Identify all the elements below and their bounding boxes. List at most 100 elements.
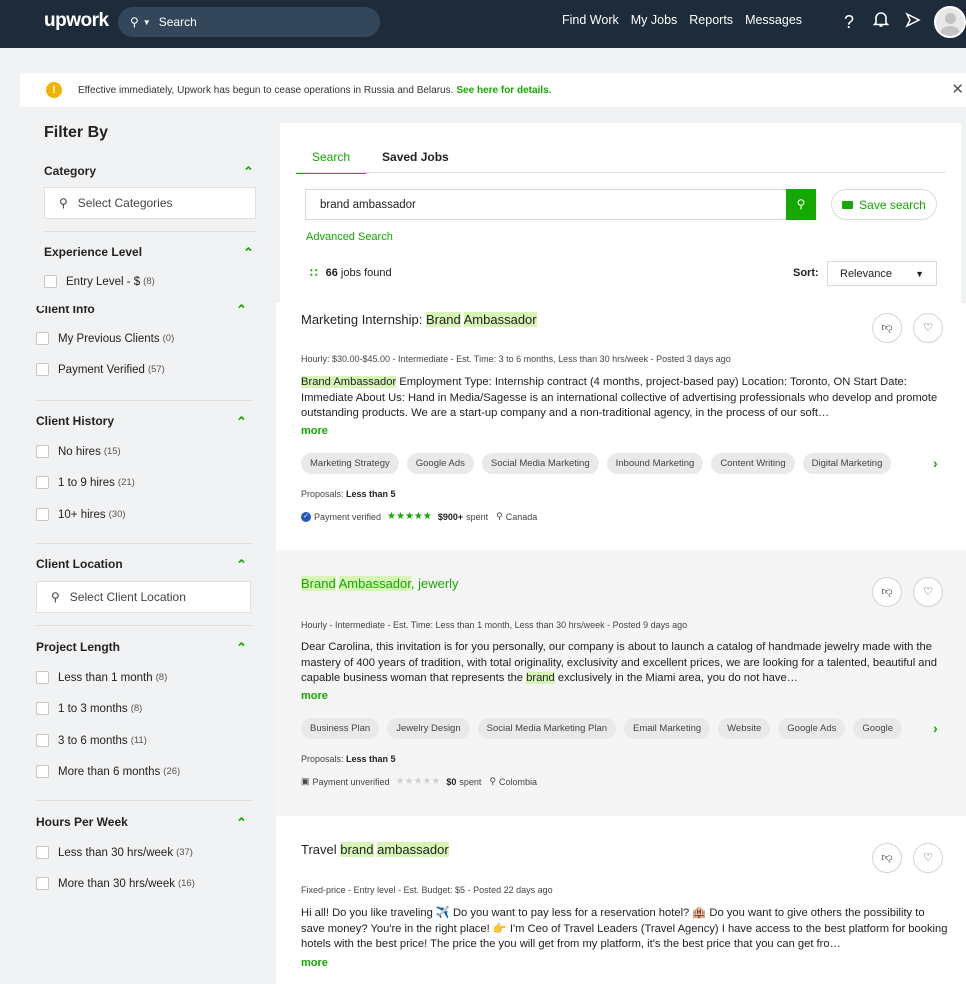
skill-tag[interactable]: Social Media Marketing Plan	[477, 718, 617, 739]
job-card[interactable]: Travel brand ambassador 👎︎ ♡ Fixed-price…	[276, 816, 966, 984]
sort-select[interactable]: Relevance ▼	[827, 261, 937, 286]
save-search-button[interactable]: Save search	[831, 189, 937, 220]
nav-link-my-jobs[interactable]: My Jobs	[631, 13, 678, 27]
chevron-up-icon[interactable]: ⌃	[236, 414, 247, 430]
experience-title: Experience Level	[44, 245, 143, 259]
search-button[interactable]: ⚲	[786, 189, 816, 220]
alert-details-link[interactable]: See here for details.	[456, 85, 551, 96]
job-title[interactable]: Marketing Internship: Brand Ambassador	[301, 312, 537, 327]
job-description: Brand Ambassador Employment Type: Intern…	[301, 375, 951, 422]
client-country: Canada	[505, 511, 538, 522]
spent-amount: $900+	[437, 511, 464, 522]
checkbox[interactable]	[36, 363, 49, 376]
avatar[interactable]	[934, 6, 966, 38]
filter-1-to-9-hires[interactable]: 1 to 9 hires (21)	[36, 476, 135, 489]
skill-tag[interactable]: Social Media Marketing	[481, 453, 599, 474]
filter-label: Payment Verified	[58, 363, 145, 376]
checkbox[interactable]	[36, 508, 49, 521]
checkbox[interactable]	[36, 877, 49, 890]
dislike-button[interactable]: 👎︎	[872, 313, 902, 343]
chevron-right-icon[interactable]: ›	[933, 455, 938, 471]
skill-tag[interactable]: Inbound Marketing	[606, 453, 704, 474]
direct-contracts-icon[interactable]	[902, 11, 924, 33]
skill-tag[interactable]: Google Ads	[778, 718, 846, 739]
more-link[interactable]: more	[301, 957, 328, 969]
job-card[interactable]: Marketing Internship: Brand Ambassador 👎…	[276, 303, 966, 550]
more-link[interactable]: more	[301, 690, 328, 702]
checkbox[interactable]	[36, 765, 49, 778]
job-title-highlight: Ambassador	[338, 576, 411, 591]
save-job-button[interactable]: ♡	[913, 577, 943, 607]
filter-more-than-6-months[interactable]: More than 6 months (26)	[36, 765, 180, 778]
chevron-up-icon[interactable]: ⌃	[236, 557, 247, 573]
filter-entry-level[interactable]: Entry Level - $ (8)	[44, 275, 155, 288]
star-rating: ★★★★★	[387, 511, 432, 522]
skill-tag[interactable]: Content Writing	[711, 453, 795, 474]
rss-icon[interactable]: ∷	[310, 266, 318, 280]
filter-more-than-30-hrs[interactable]: More than 30 hrs/week (16)	[36, 877, 195, 890]
filter-less-than-30-hrs[interactable]: Less than 30 hrs/week (37)	[36, 846, 193, 859]
nav-link-messages[interactable]: Messages	[745, 13, 802, 27]
upwork-logo[interactable]: upwork	[44, 10, 109, 32]
payment-status: Payment verified	[314, 511, 382, 522]
skill-tag[interactable]: Jewelry Design	[387, 718, 470, 739]
job-title[interactable]: Travel brand ambassador	[301, 842, 449, 857]
job-title[interactable]: Brand Ambassador, jewerly	[301, 576, 459, 591]
skill-tag[interactable]: Digital Marketing	[802, 453, 892, 474]
nav-search-bar[interactable]: ⚲ ▼ Search	[118, 7, 380, 37]
chevron-up-icon[interactable]: ⌃	[236, 815, 247, 831]
skill-tag[interactable]: Email Marketing	[624, 718, 711, 739]
skill-tag[interactable]: Google Ads	[406, 453, 474, 474]
checkbox[interactable]	[44, 275, 57, 288]
chevron-up-icon[interactable]: ⌃	[236, 302, 247, 318]
dislike-button[interactable]: 👎︎	[872, 577, 902, 607]
filter-title: Filter By	[44, 124, 109, 141]
help-icon[interactable]: ?	[838, 12, 860, 33]
skill-tag[interactable]: Marketing Strategy	[301, 453, 399, 474]
tab-search[interactable]: Search	[296, 150, 367, 174]
advanced-search-link[interactable]: Advanced Search	[306, 231, 393, 243]
filter-1-to-3-months[interactable]: 1 to 3 months (8)	[36, 702, 142, 715]
job-search-input[interactable]: brand ambassador	[305, 189, 787, 220]
job-title-text: Marketing Internship:	[301, 312, 427, 327]
chevron-up-icon[interactable]: ⌃	[236, 640, 247, 656]
close-icon[interactable]: ✕	[951, 80, 964, 98]
skill-tag[interactable]: Business Plan	[301, 718, 380, 739]
save-job-button[interactable]: ♡	[913, 843, 943, 873]
search-tabs: Search Saved Jobs	[296, 150, 465, 174]
chevron-right-icon[interactable]: ›	[933, 720, 938, 736]
tab-saved-jobs[interactable]: Saved Jobs	[366, 150, 465, 174]
filter-label: No hires	[58, 445, 101, 458]
nav-link-reports[interactable]: Reports	[689, 13, 733, 27]
chevron-down-icon[interactable]: ▼	[143, 18, 151, 27]
nav-icons: ?	[838, 6, 966, 38]
more-link[interactable]: more	[301, 425, 328, 437]
select-categories-input[interactable]: ⚲ Select Categories	[44, 187, 256, 219]
checkbox[interactable]	[36, 671, 49, 684]
filter-no-hires[interactable]: No hires (15)	[36, 445, 121, 458]
bell-icon[interactable]	[870, 11, 892, 33]
checkbox[interactable]	[36, 734, 49, 747]
checkbox[interactable]	[36, 846, 49, 859]
chevron-up-icon[interactable]: ⌃	[243, 245, 254, 261]
filter-previous-clients[interactable]: My Previous Clients (0)	[36, 332, 174, 345]
select-client-location-input[interactable]: ⚲ Select Client Location	[36, 581, 251, 613]
filter-payment-verified[interactable]: Payment Verified (57)	[36, 363, 165, 376]
dislike-button[interactable]: 👎︎	[872, 843, 902, 873]
filter-label: 10+ hires	[58, 508, 106, 521]
filter-less-than-1-month[interactable]: Less than 1 month (8)	[36, 671, 167, 684]
filter-3-to-6-months[interactable]: 3 to 6 months (11)	[36, 734, 147, 747]
checkbox[interactable]	[36, 702, 49, 715]
chevron-up-icon[interactable]: ⌃	[243, 164, 254, 180]
skill-tag[interactable]: Website	[718, 718, 771, 739]
filter-10-plus-hires[interactable]: 10+ hires (30)	[36, 508, 126, 521]
checkbox[interactable]	[36, 476, 49, 489]
checkbox[interactable]	[36, 445, 49, 458]
skill-tag[interactable]: Google	[853, 718, 903, 739]
nav-link-find-work[interactable]: Find Work	[562, 13, 619, 27]
filter-label: My Previous Clients	[58, 332, 160, 345]
search-icon: ⚲	[796, 197, 806, 211]
save-job-button[interactable]: ♡	[913, 313, 943, 343]
checkbox[interactable]	[36, 332, 49, 345]
job-card[interactable]: Brand Ambassador, jewerly 👎︎ ♡ Hourly - …	[276, 550, 966, 816]
